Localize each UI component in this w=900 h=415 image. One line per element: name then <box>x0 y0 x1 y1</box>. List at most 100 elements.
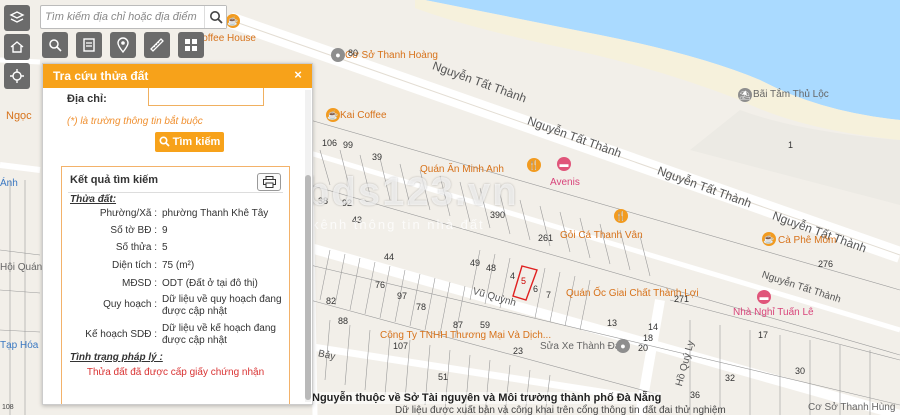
parcel-number: 14 <box>648 322 659 332</box>
area-value: 75 (m²) <box>162 260 195 271</box>
parcel-number: 82 <box>326 296 337 306</box>
home-button[interactable] <box>4 34 30 60</box>
parcel-number: 39 <box>372 152 383 162</box>
map-scale: 108 <box>2 404 14 411</box>
parcel-number: 5 <box>521 276 527 286</box>
search-icon <box>159 136 170 147</box>
legal-status: Thửa đất đã được cấp giấy chứng nhận <box>86 367 265 378</box>
parcel-number: 99 <box>343 140 354 150</box>
parcel-number: 36 <box>690 390 701 400</box>
coffee-icon: ☕ <box>326 108 340 122</box>
food-icon: 🍴 <box>527 158 541 172</box>
poi-label: Nhà Nghỉ Tuấn Lê <box>733 307 814 318</box>
document-tool[interactable] <box>76 32 102 58</box>
poi-label: Kai Coffee <box>340 110 387 121</box>
address-input[interactable] <box>148 88 264 106</box>
poi-label: Avenis <box>550 177 580 188</box>
parcel-number: 44 <box>384 252 395 262</box>
layers-icon <box>9 11 25 23</box>
result-title: Kết quả tìm kiếm <box>70 174 159 186</box>
parcel-number: 276 <box>818 259 834 269</box>
locate-button[interactable] <box>4 63 30 89</box>
layers-button[interactable] <box>4 5 30 31</box>
printer-icon <box>263 176 276 188</box>
zoning-value: Dữ liệu về quy hoạch đang được cập nhật <box>162 294 282 317</box>
poi-label: Công Ty TNHH Thương Mại Và Dịch... <box>380 330 552 341</box>
location-tool[interactable] <box>110 32 136 58</box>
parcel-number: 51 <box>438 372 449 382</box>
crosshair-icon <box>10 69 24 83</box>
poi-icon: ● <box>331 48 345 62</box>
land-use-label: MĐSD : <box>122 278 157 289</box>
panel-body: Địa chỉ: (*) là trường thông tin bắt buộ… <box>43 88 305 404</box>
parcel-number: 59 <box>480 320 491 330</box>
parcel-number: 6 <box>533 284 539 294</box>
map-pin-search-icon <box>49 39 62 52</box>
parcel-number: 1 <box>788 140 794 150</box>
parcel-number: 76 <box>375 280 386 290</box>
poi-label: Bãi Tắm Thủ Lộc <box>753 89 829 100</box>
parcel-number: 20 <box>638 343 649 353</box>
poi-label: Gỏi Cá Thanh Vân <box>560 230 643 241</box>
zoning-label: Quy hoạch : <box>103 299 157 310</box>
grid-tool[interactable] <box>178 32 204 58</box>
hotel-icon: ▬ <box>557 157 571 171</box>
location-pin-icon <box>117 37 129 53</box>
poi-label: Hội Quán <box>0 262 43 273</box>
parcel-number: 107 <box>393 341 409 351</box>
result-box: Kết quả tìm kiếm Thửa đất: Phường/Xã : p… <box>61 166 290 404</box>
map-attribution-sub: Dữ liệu được xuất bản và công khai trên … <box>395 405 726 415</box>
close-button[interactable]: × <box>292 68 304 82</box>
home-icon <box>10 41 24 53</box>
left-tool-column <box>4 5 30 92</box>
parcel-lookup-tool[interactable] <box>42 32 68 58</box>
parcel-number: 4 <box>510 271 516 281</box>
ward-value: phường Thanh Khê Tây <box>162 208 269 219</box>
ward-label: Phường/Xã : <box>99 208 157 219</box>
parcel-number: 23 <box>513 346 524 356</box>
map-sheet-value: 9 <box>162 225 168 236</box>
poi-label: Coffee House <box>195 33 256 44</box>
poi-label: Ngọc <box>6 110 32 122</box>
parcel-number: 261 <box>538 233 554 243</box>
land-use-value: ODT (Đất ở tại đô thị) <box>162 278 258 289</box>
scrollbar-thumb[interactable] <box>305 175 311 400</box>
hotel-icon: ▬ <box>757 290 771 304</box>
parcel-number: 97 <box>397 291 408 301</box>
parcel-number: 88 <box>338 316 349 326</box>
parcel-number: 271 <box>674 294 690 304</box>
legal-section-heading: Tình trạng pháp lý : <box>70 352 163 363</box>
search-parcel-button[interactable]: Tìm kiếm <box>155 132 224 152</box>
watermark: bds123.vn <box>305 170 519 214</box>
search-button[interactable] <box>204 6 226 28</box>
parcel-number: 13 <box>607 318 618 328</box>
parcel-number: 80 <box>348 48 359 58</box>
parcel-number: 7 <box>546 290 552 300</box>
parcel-number: 49 <box>470 258 481 268</box>
poi-label: Sửa Xe Thành Đạt <box>540 341 624 352</box>
poi-label: Cơ Sở Thanh Hoàng <box>345 50 438 61</box>
land-plan-value: Dữ liệu về kế hoạch đang được cập nhật <box>162 323 276 346</box>
search-input[interactable] <box>45 8 203 26</box>
print-button[interactable] <box>257 173 281 191</box>
map-attribution: Nguyễn thuộc về Sở Tài nguyên và Môi trư… <box>312 392 662 404</box>
parcel-number: 18 <box>643 333 654 343</box>
parcel-number: 30 <box>795 366 806 376</box>
panel-header: Tra cứu thửa đất × <box>43 64 312 88</box>
panel-scrollbar[interactable] <box>305 90 311 402</box>
parcel-number: 32 <box>725 373 736 383</box>
grid-icon <box>185 39 197 51</box>
measure-tool[interactable] <box>144 32 170 58</box>
divider <box>68 192 283 193</box>
parcel-number: 48 <box>486 263 497 273</box>
map-sheet-label: Số tờ BĐ : <box>110 225 157 236</box>
poi-label: Cơ Sở Thanh Hùng <box>808 402 896 413</box>
map-search <box>40 5 227 29</box>
beach-icon: ⛱ <box>738 88 752 102</box>
land-plan-label: Kế hoạch SDĐ : <box>85 329 157 340</box>
parcel-number: 17 <box>758 330 769 340</box>
parcel-number: 106 <box>322 138 338 148</box>
food-icon: 🍴 <box>614 209 628 223</box>
area-label: Diện tích : <box>111 260 157 271</box>
coffee-icon: ☕ <box>762 232 776 246</box>
